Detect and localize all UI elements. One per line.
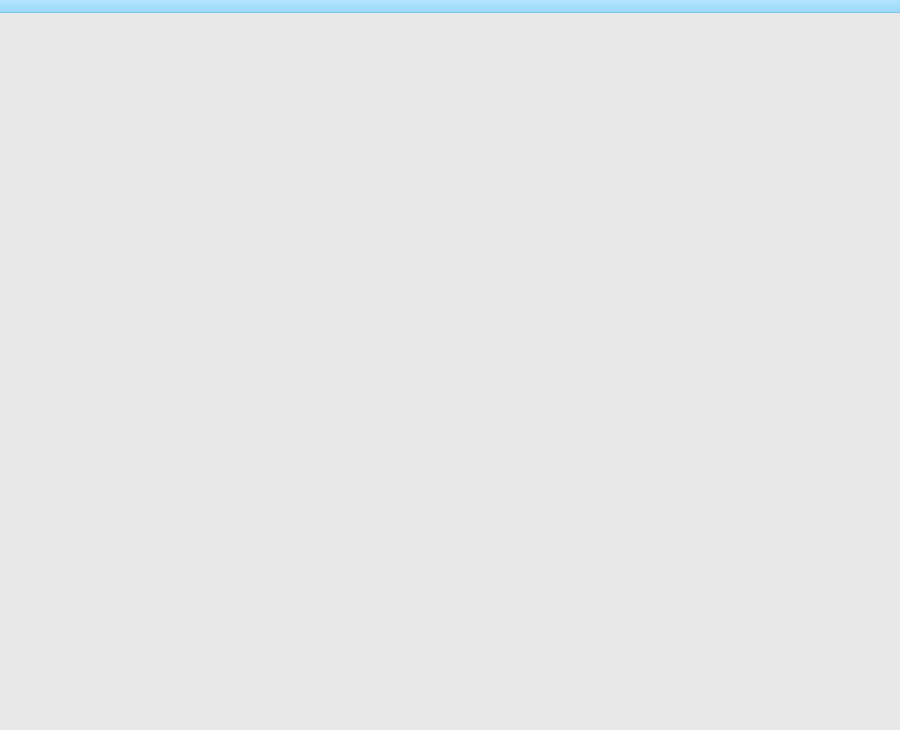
header-course: [28, 23, 512, 47]
elective-heading: [28, 47, 872, 71]
header-grade: [742, 23, 872, 47]
grades-table: [28, 23, 872, 47]
notice-banner: [0, 0, 900, 13]
header-score: [622, 23, 742, 47]
header-control: [512, 23, 622, 47]
